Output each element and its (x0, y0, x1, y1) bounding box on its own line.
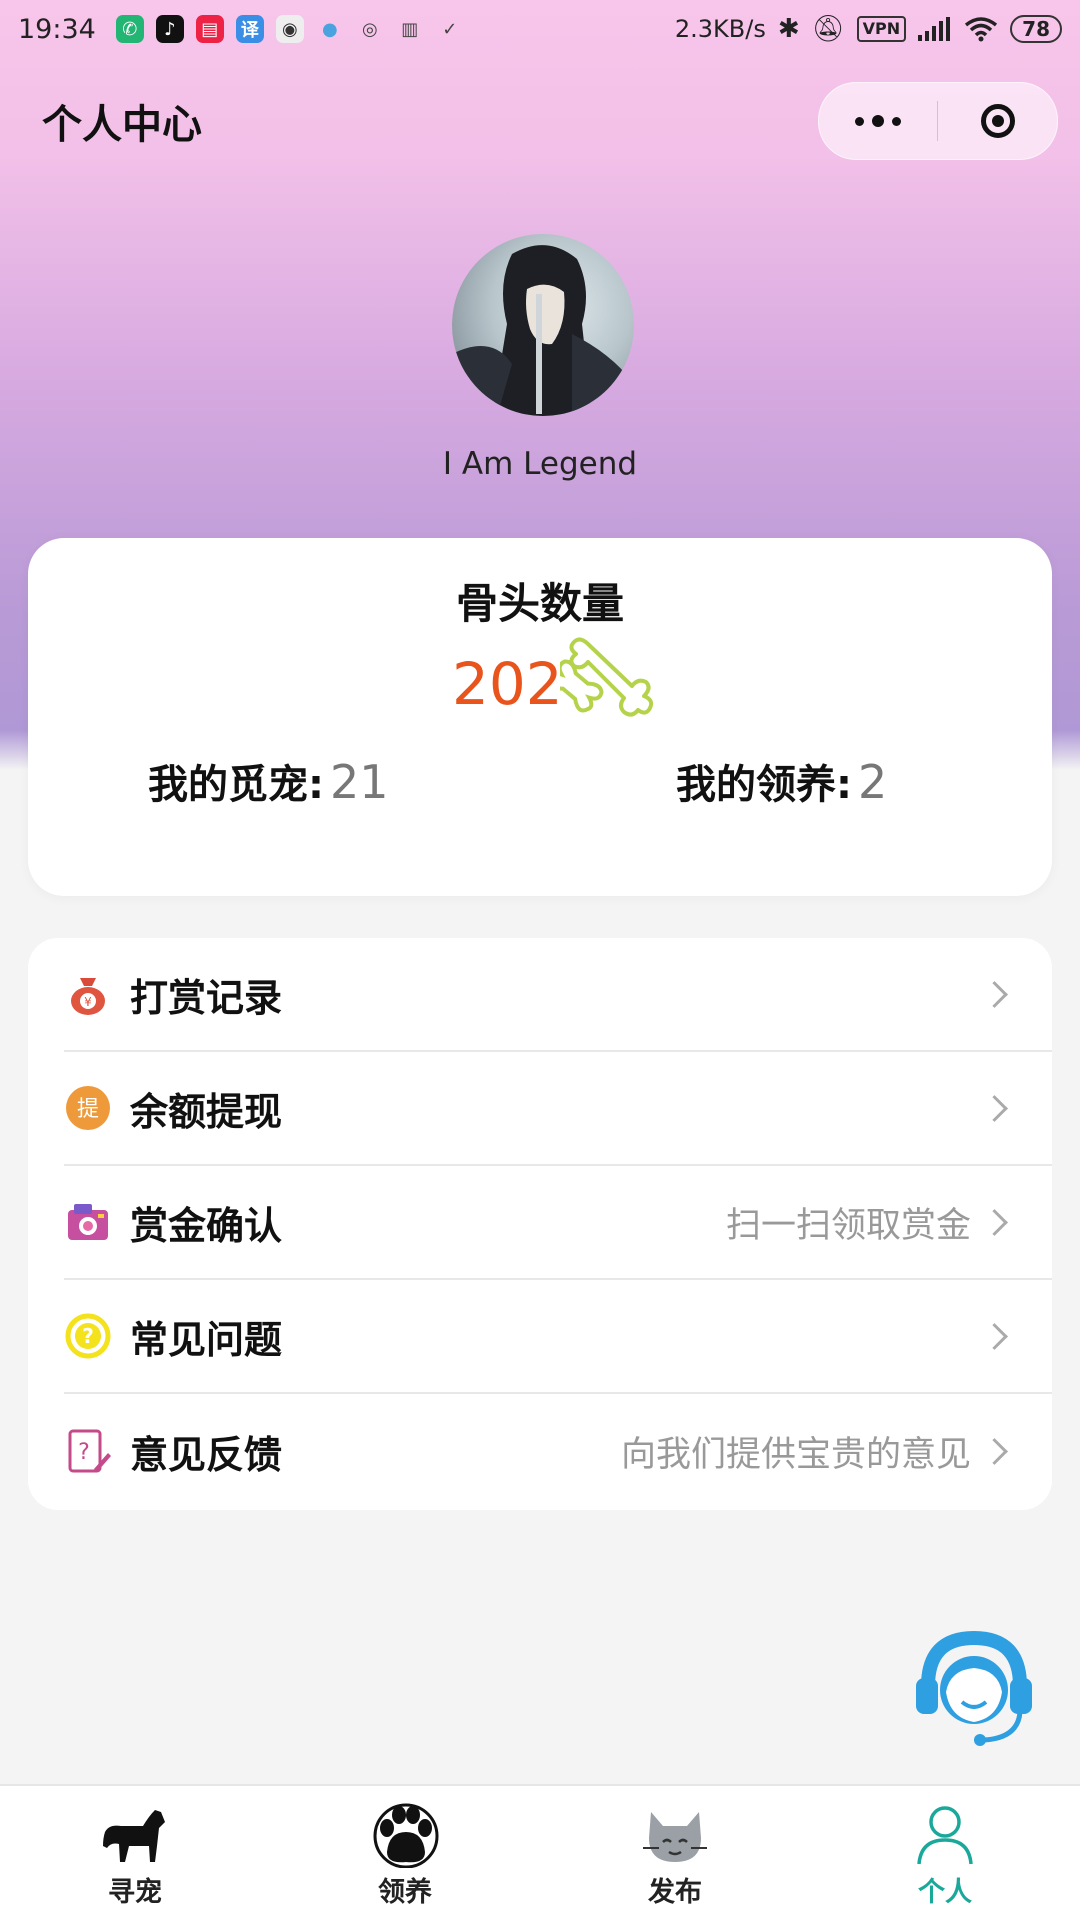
bones-title: 骨头数量 (455, 579, 624, 628)
my-adoptions-label: 我的领养: (676, 762, 852, 808)
svg-text:¥: ¥ (84, 995, 92, 1009)
user-icon (917, 1806, 973, 1865)
tab-personal[interactable]: 个人 (810, 1786, 1080, 1920)
tab-label: 领养 (378, 1877, 432, 1908)
tab-label: 发布 (648, 1877, 702, 1908)
tab-label: 寻宠 (108, 1877, 162, 1908)
eye-icon: ◉ (275, 15, 304, 43)
paw-icon (373, 1803, 439, 1868)
personal-center-page: 19:34 ✆ ♪ ▤ 译 ◉ ● ◎ ▥ ✓ 2.3KB/s ✱ 🔕︎ VPN (0, 0, 1080, 1920)
my-adoptions-value: 2 (858, 755, 888, 809)
withdraw-icon: 提 (66, 1086, 110, 1130)
cat-icon (643, 1812, 707, 1862)
menu-label: 打赏记录 (130, 975, 283, 1020)
menu-item-bounty-confirm[interactable]: 赏金确认 扫一扫领取赏金 (64, 1166, 1052, 1280)
tiktok-icon: ♪ (155, 15, 184, 43)
docs-icon: ▤ (195, 15, 224, 43)
vpn-badge: VPN (856, 16, 907, 42)
menu-label: 常见问题 (130, 1317, 283, 1362)
menu-card: ¥ 打赏记录 提 余额提现 赏金确认 扫一扫领取赏金 ? 常见问题 ? 意见反馈… (28, 938, 1052, 1510)
page-title: 个人中心 (42, 102, 202, 148)
menu-hint: 扫一扫领取赏金 (725, 1205, 971, 1246)
customer-service-icon[interactable] (910, 1620, 1038, 1748)
menu-label: 余额提现 (130, 1089, 283, 1134)
status-time: 19:34 (18, 13, 96, 45)
signal-icon (918, 17, 951, 41)
tab-adopt[interactable]: 领养 (270, 1786, 540, 1920)
battery-indicator: 78 (1010, 15, 1062, 43)
bottom-tab-bar: 寻宠 领养 发布 个人 (0, 1784, 1080, 1920)
green-chat-icon: ✆ (115, 15, 144, 43)
miniprogram-capsule (818, 82, 1058, 160)
chevron-right-icon (981, 980, 1008, 1008)
chevron-right-icon (981, 1094, 1008, 1122)
menu-hint: 向我们提供宝贵的意见 (620, 1434, 971, 1475)
tab-label: 个人 (918, 1877, 972, 1908)
question-icon: ? (65, 1313, 111, 1359)
status-left: 19:34 ✆ ♪ ▤ 译 ◉ ● ◎ ▥ ✓ (18, 14, 464, 45)
svg-text:?: ? (82, 1324, 94, 1348)
my-lost-pets-label: 我的觅宠: (148, 762, 324, 808)
check-icon: ✓ (442, 18, 458, 40)
my-lost-pets-stat[interactable]: 我的觅宠: 21 (148, 752, 389, 810)
menu-item-withdraw[interactable]: 提 余额提现 (64, 1052, 1052, 1166)
withdraw-icon-text: 提 (77, 1097, 99, 1122)
money-bag-icon: ¥ (71, 978, 105, 1015)
bone-icon (560, 637, 654, 717)
chevron-right-icon (981, 1208, 1008, 1236)
trash-icon: ▥ (401, 18, 419, 40)
menu-item-reward-records[interactable]: ¥ 打赏记录 (64, 938, 1052, 1052)
close-miniprogram-button[interactable] (938, 83, 1057, 159)
my-lost-pets-value: 21 (330, 755, 389, 809)
net-speed: 2.3KB/s (674, 15, 766, 43)
feedback-icon: ? (68, 1429, 111, 1473)
balloon-icon: ● (321, 18, 338, 40)
chevron-right-icon (981, 1322, 1008, 1350)
username: I Am Legend (442, 446, 638, 482)
status-bar: 19:34 ✆ ♪ ▤ 译 ◉ ● ◎ ▥ ✓ 2.3KB/s ✱ 🔕︎ VPN (0, 0, 1080, 58)
music-icon: ◎ (361, 18, 378, 40)
svg-text:?: ? (78, 1440, 90, 1465)
my-adoptions-stat[interactable]: 我的领养: 2 (676, 752, 887, 810)
tab-find-pet[interactable]: 寻宠 (0, 1786, 270, 1920)
more-menu-button[interactable] (819, 83, 937, 159)
avatar-illustration (452, 245, 634, 416)
menu-item-feedback[interactable]: ? 意见反馈 向我们提供宝贵的意见 (64, 1394, 1052, 1508)
menu-label: 赏金确认 (130, 1203, 283, 1248)
stats-card: 骨头数量 202 我的觅宠: 21 我的领养: 2 (28, 538, 1052, 896)
chevron-right-icon (981, 1437, 1008, 1465)
target-icon (980, 104, 1015, 138)
bones-count: 202 (452, 650, 563, 718)
status-right: 2.3KB/s ✱ 🔕︎ VPN 78 (675, 14, 1062, 44)
translate-icon: 译 (235, 15, 264, 43)
camera-icon (68, 1204, 108, 1240)
menu-label: 意见反馈 (130, 1432, 283, 1477)
avatar[interactable] (452, 234, 634, 416)
wifi-icon (965, 17, 998, 42)
dog-icon (103, 1810, 165, 1862)
tab-publish[interactable]: 发布 (540, 1786, 810, 1920)
mute-icon: 🔕︎ (811, 14, 845, 44)
bluetooth-icon: ✱ (777, 14, 800, 44)
menu-item-faq[interactable]: ? 常见问题 (64, 1280, 1052, 1394)
